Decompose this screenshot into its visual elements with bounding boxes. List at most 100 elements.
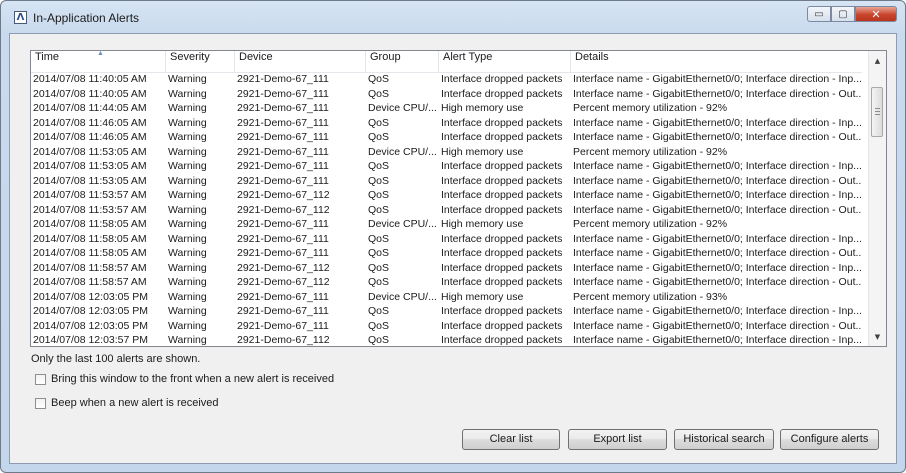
beep-option[interactable]: Beep when a new alert is received — [35, 397, 219, 409]
cell-time: 2014/07/08 11:53:05 AM — [33, 174, 147, 187]
table-row[interactable]: 2014/07/08 12:03:05 PM Warning 2921-Demo-6… — [31, 305, 862, 320]
table-row[interactable]: 2014/07/08 11:53:05 AM Warning 2921-Demo-6… — [31, 175, 862, 190]
table-row[interactable]: 2014/07/08 11:44:05 AM Warning 2921-Demo-6… — [31, 102, 862, 117]
cell-severity: Warning — [168, 116, 207, 129]
historical-search-button[interactable]: Historical search — [674, 429, 774, 450]
cell-group: QoS — [368, 116, 390, 129]
cell-group: Device CPU/... — [368, 145, 437, 158]
cell-severity: Warning — [168, 145, 207, 158]
scrollbar-thumb[interactable] — [871, 87, 883, 137]
cell-time: 2014/07/08 11:58:05 AM — [33, 247, 147, 259]
cell-device: 2921-Demo-67_111 — [237, 247, 329, 259]
cell-group: QoS — [368, 73, 390, 85]
alerts-table[interactable]: ▲ Time Severity Device Group Alert Type … — [30, 50, 887, 347]
cell-details: Interface name - GigabitEthernet0/0; Int… — [573, 189, 861, 201]
configure-alerts-button[interactable]: Configure alerts — [780, 429, 879, 450]
cell-group: QoS — [368, 203, 390, 216]
table-body: 2014/07/08 11:40:05 AM Warning 2921-Demo-6… — [31, 73, 862, 346]
table-row[interactable]: 2014/07/08 11:58:57 AM Warning 2921-Demo-6… — [31, 262, 862, 277]
grip-line — [875, 111, 880, 112]
column-header-group[interactable]: Group — [366, 51, 439, 72]
cell-severity: Warning — [168, 218, 207, 230]
maximize-button[interactable]: ▢ — [831, 6, 855, 22]
alerts-window: Λ In-Application Alerts ▭ ▢ ✕ ▲ Time Sev… — [0, 0, 906, 473]
cell-details: Percent memory utilization - 92% — [573, 102, 728, 114]
clear-list-button[interactable]: Clear list — [462, 429, 560, 450]
cell-time: 2014/07/08 11:58:57 AM — [33, 261, 147, 274]
cell-alert-type: High memory use — [441, 290, 524, 303]
table-header: ▲ Time Severity Device Group Alert Type … — [31, 51, 862, 73]
bring-to-front-option[interactable]: Bring this window to the front when a ne… — [35, 373, 334, 385]
cell-severity: Warning — [168, 305, 207, 317]
vertical-scrollbar[interactable]: ▲ ▼ — [868, 51, 886, 346]
beep-label: Beep when a new alert is received — [51, 397, 219, 409]
column-header-time[interactable]: ▲ Time — [31, 51, 166, 72]
close-button[interactable]: ✕ — [855, 6, 897, 22]
column-header-details[interactable]: Details — [571, 51, 862, 72]
cell-group: QoS — [368, 305, 390, 317]
cell-details: Percent memory utilization - 93% — [573, 290, 728, 303]
table-row[interactable]: 2014/07/08 11:53:57 AM Warning 2921-Demo-6… — [31, 189, 862, 204]
table-row[interactable]: 2014/07/08 11:58:57 AM Warning 2921-Demo-6… — [31, 276, 862, 291]
cell-alert-type: Interface dropped packets — [441, 319, 563, 332]
table-row[interactable]: 2014/07/08 11:53:05 AM Warning 2921-Demo-6… — [31, 160, 862, 175]
table-row[interactable]: 2014/07/08 12:03:05 PM Warning 2921-Demo-6… — [31, 291, 862, 306]
cell-group: QoS — [368, 189, 390, 201]
cell-time: 2014/07/08 11:53:05 AM — [33, 145, 147, 158]
title-bar[interactable]: Λ In-Application Alerts ▭ ▢ ✕ — [1, 1, 905, 35]
bring-to-front-checkbox[interactable] — [35, 373, 46, 385]
scroll-up-icon[interactable]: ▲ — [869, 53, 886, 70]
column-header-device[interactable]: Device — [235, 51, 366, 72]
table-row[interactable]: 2014/07/08 12:03:05 PM Warning 2921-Demo-6… — [31, 320, 862, 335]
cell-severity: Warning — [168, 174, 207, 187]
cell-alert-type: High memory use — [441, 145, 524, 158]
table-row[interactable]: 2014/07/08 11:40:05 AM Warning 2921-Demo-6… — [31, 73, 862, 88]
cell-alert-type: High memory use — [441, 102, 524, 114]
cell-time: 2014/07/08 11:46:05 AM — [33, 116, 147, 129]
cell-device: 2921-Demo-67_111 — [237, 73, 329, 85]
scroll-down-icon[interactable]: ▼ — [869, 329, 886, 346]
cell-group: QoS — [368, 261, 390, 274]
cell-severity: Warning — [168, 247, 207, 259]
table-row[interactable]: 2014/07/08 11:58:05 AM Warning 2921-Demo-6… — [31, 218, 862, 233]
cell-time: 2014/07/08 12:03:05 PM — [33, 319, 149, 332]
cell-alert-type: Interface dropped packets — [441, 334, 563, 346]
cell-details: Interface name - GigabitEthernet0/0; Int… — [573, 319, 861, 332]
cell-device: 2921-Demo-67_111 — [237, 218, 329, 230]
cell-alert-type: Interface dropped packets — [441, 203, 563, 216]
cell-time: 2014/07/08 11:58:05 AM — [33, 232, 147, 245]
cell-device: 2921-Demo-67_111 — [237, 145, 329, 158]
cell-time: 2014/07/08 12:03:05 PM — [33, 290, 149, 303]
beep-checkbox[interactable] — [35, 397, 46, 409]
cell-time: 2014/07/08 11:53:05 AM — [33, 160, 147, 172]
sort-ascending-icon: ▲ — [97, 50, 104, 57]
column-header-severity[interactable]: Severity — [166, 51, 235, 72]
table-row[interactable]: 2014/07/08 11:58:05 AM Warning 2921-Demo-6… — [31, 247, 862, 262]
cell-group: QoS — [368, 160, 390, 172]
cell-alert-type: Interface dropped packets — [441, 247, 563, 259]
cell-details: Percent memory utilization - 92% — [573, 145, 728, 158]
table-row[interactable]: 2014/07/08 11:53:05 AM Warning 2921-Demo-6… — [31, 146, 862, 161]
table-row[interactable]: 2014/07/08 11:58:05 AM Warning 2921-Demo-6… — [31, 233, 862, 248]
cell-alert-type: Interface dropped packets — [441, 305, 563, 317]
table-row[interactable]: 2014/07/08 11:46:05 AM Warning 2921-Demo-6… — [31, 117, 862, 132]
column-header-label: Time — [35, 51, 60, 63]
table-row[interactable]: 2014/07/08 11:53:57 AM Warning 2921-Demo-6… — [31, 204, 862, 219]
table-row[interactable]: 2014/07/08 11:40:05 AM Warning 2921-Demo-6… — [31, 88, 862, 103]
cell-group: QoS — [368, 334, 390, 346]
cell-device: 2921-Demo-67_111 — [237, 87, 329, 100]
cell-severity: Warning — [168, 160, 207, 172]
window-client-area: ▲ Time Severity Device Group Alert Type … — [9, 33, 897, 464]
table-row[interactable]: 2014/07/08 12:03:57 PM Warning 2921-Demo-6… — [31, 334, 862, 346]
export-list-button[interactable]: Export list — [568, 429, 667, 450]
cell-severity: Warning — [168, 73, 207, 85]
table-row[interactable]: 2014/07/08 11:46:05 AM Warning 2921-Demo-6… — [31, 131, 862, 146]
grip-line — [875, 114, 880, 115]
column-header-alert-type[interactable]: Alert Type — [439, 51, 571, 72]
minimize-button[interactable]: ▭ — [807, 6, 831, 22]
cell-device: 2921-Demo-67_111 — [237, 102, 329, 114]
cell-details: Interface name - GigabitEthernet0/0; Int… — [573, 160, 861, 172]
cell-time: 2014/07/08 12:03:05 PM — [33, 305, 149, 317]
window-controls: ▭ ▢ ✕ — [807, 6, 897, 24]
cell-group: QoS — [368, 87, 390, 100]
